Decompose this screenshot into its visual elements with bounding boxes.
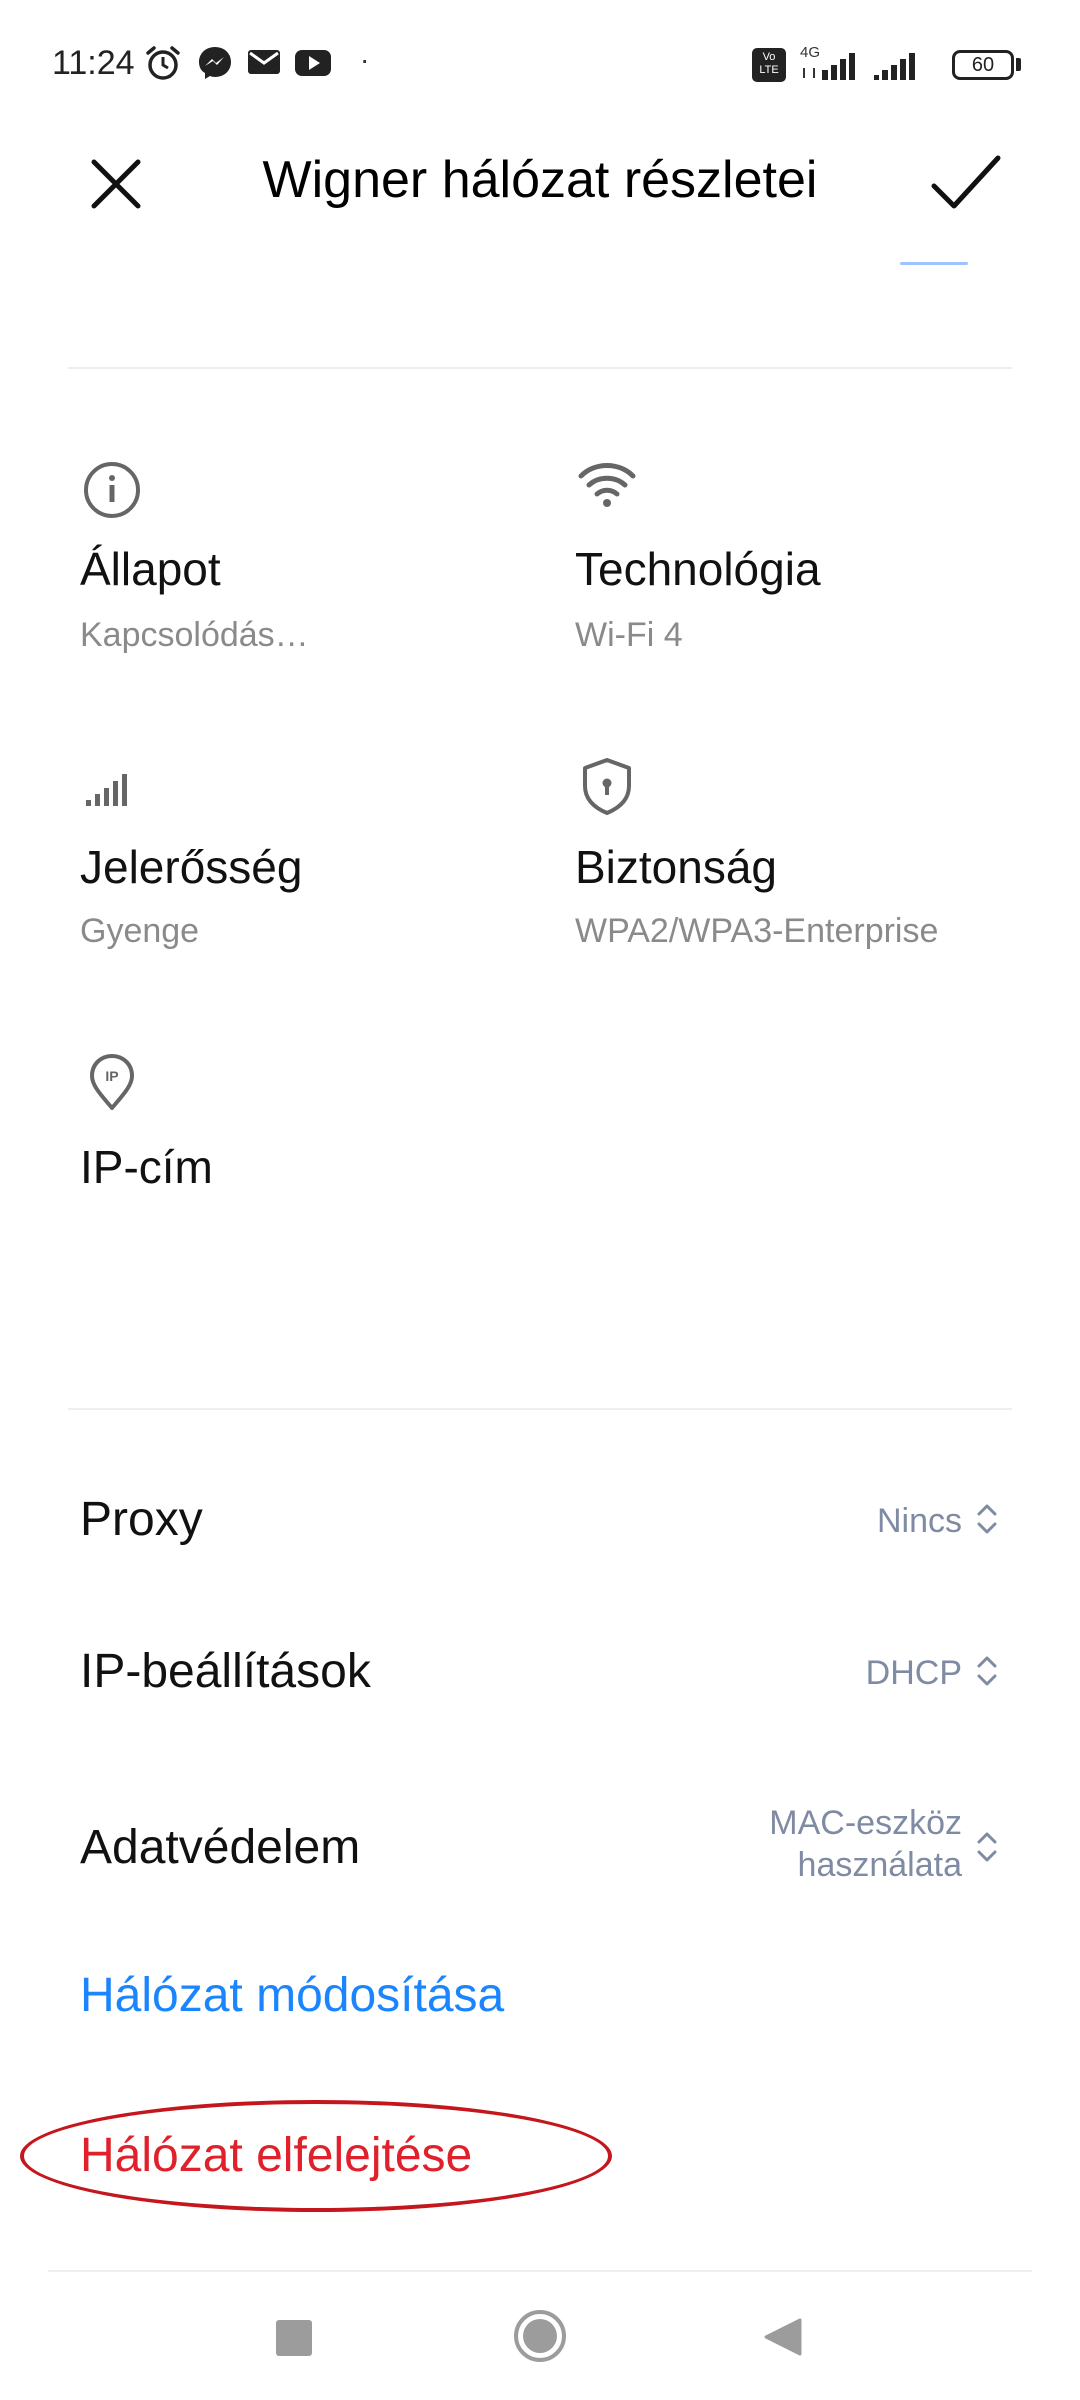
mail-icon [248, 50, 280, 74]
proxy-row[interactable]: Proxy Nincs [0, 1480, 1080, 1560]
detail-status-value: Kapcsolódás… [80, 616, 309, 654]
privacy-label: Adatvédelem [80, 1821, 361, 1874]
detail-signal-label: Jelerősség [80, 841, 303, 893]
battery-icon: 60 [952, 50, 1014, 80]
updown-chevron-icon [977, 1656, 997, 1686]
detail-status-label: Állapot [80, 543, 221, 595]
signal-strength-2-icon [874, 53, 915, 80]
detail-status: Állapot Kapcsolódás… [80, 450, 540, 670]
updown-chevron-icon [977, 1504, 997, 1534]
scroll-indicator [900, 262, 968, 265]
detail-technology-value: Wi-Fi 4 [575, 616, 683, 654]
recents-button[interactable] [276, 2320, 312, 2356]
notification-more-dot: · [360, 44, 370, 75]
page-title: Wigner hálózat részletei [262, 151, 818, 209]
ip-settings-value: DHCP [865, 1654, 962, 1692]
home-button[interactable] [512, 2308, 568, 2364]
ip-settings-label: IP-beállítások [80, 1645, 371, 1698]
messenger-icon [199, 47, 231, 79]
divider-middle [68, 1408, 1012, 1410]
confirm-button[interactable] [928, 148, 1004, 220]
alarm-icon [146, 46, 180, 80]
modify-network-link[interactable]: Hálózat módosítása [80, 1968, 504, 2023]
proxy-value: Nincs [876, 1502, 962, 1540]
detail-security-value: WPA2/WPA3-Enterprise [575, 912, 939, 950]
detail-ip-label: IP-cím [80, 1141, 213, 1193]
forget-network-link[interactable]: Hálózat elfelejtése [80, 2128, 472, 2183]
updown-chevron-icon [977, 1832, 997, 1862]
divider-top [68, 367, 1012, 369]
privacy-value: MAC-eszköz használata [769, 1802, 962, 1886]
proxy-label: Proxy [80, 1493, 203, 1546]
detail-technology: Technológia Wi-Fi 4 [575, 450, 1015, 670]
detail-technology-label: Technológia [575, 543, 821, 595]
youtube-icon [295, 50, 331, 76]
nav-divider [48, 2270, 1032, 2272]
privacy-value-line2: használata [797, 1846, 962, 1884]
back-button[interactable] [760, 2316, 804, 2358]
ip-settings-row[interactable]: IP-beállítások DHCP [0, 1632, 1080, 1712]
battery-tip [1016, 58, 1021, 71]
svg-text:IP: IP [105, 1068, 118, 1084]
signal-icon [86, 774, 127, 806]
status-time: 11:24 [52, 44, 135, 82]
detail-ip: IP IP-cím [80, 1050, 540, 1250]
volte-text: Vo LTE [759, 51, 779, 76]
detail-signal-value: Gyenge [80, 912, 200, 950]
wifi-icon [578, 463, 636, 507]
detail-signal: Jelerősség Gyenge [80, 750, 540, 970]
privacy-row[interactable]: Adatvédelem MAC-eszköz használata [0, 1790, 1080, 1900]
info-icon [84, 462, 140, 518]
detail-security-label: Biztonság [575, 841, 778, 893]
ip-location-icon: IP [90, 1054, 134, 1110]
battery-level: 60 [971, 54, 995, 76]
volte-badge: Vo LTE [752, 48, 786, 82]
detail-security: Biztonság WPA2/WPA3-Enterprise [575, 750, 1015, 970]
signal-strength-icon [803, 53, 855, 80]
shield-icon [583, 758, 631, 815]
privacy-value-line1: MAC-eszköz [769, 1804, 962, 1842]
